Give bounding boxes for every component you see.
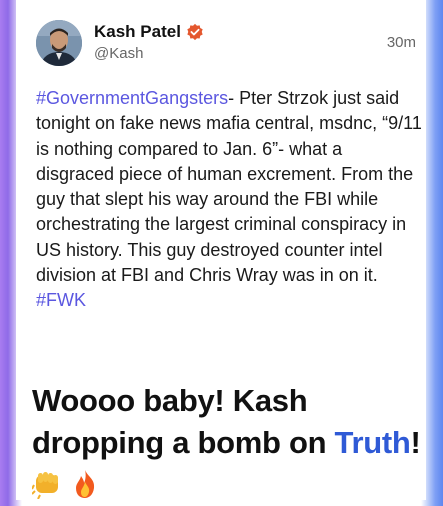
fire-icon	[76, 470, 95, 498]
caption-truth: Truth	[334, 425, 411, 460]
hashtag-fwk[interactable]: #FWK	[36, 290, 86, 310]
author-name[interactable]: Kash Patel	[94, 22, 181, 42]
verified-badge-icon	[187, 23, 203, 41]
meme-caption: Woooo baby! Kash dropping a bomb on Trut…	[32, 380, 432, 506]
author-row: Kash Patel	[94, 22, 204, 42]
fist-bump-icon	[32, 472, 58, 499]
post-time[interactable]: 30m	[387, 34, 416, 51]
post-body-text: - Pter Strzok just said tonight on fake …	[36, 88, 422, 286]
caption-exclaim: !	[410, 425, 421, 460]
post-card: Kash Patel @Kash 30m #GovernmentGangster…	[16, 0, 426, 500]
author-handle[interactable]: @Kash	[94, 45, 143, 62]
caption-text: Woooo baby! Kash dropping a bomb on	[32, 383, 327, 460]
avatar[interactable]	[36, 20, 82, 66]
hashtag-governmentgangsters[interactable]: #GovernmentGangsters	[36, 88, 228, 108]
post-body: #GovernmentGangsters- Pter Strzok just s…	[36, 86, 424, 314]
